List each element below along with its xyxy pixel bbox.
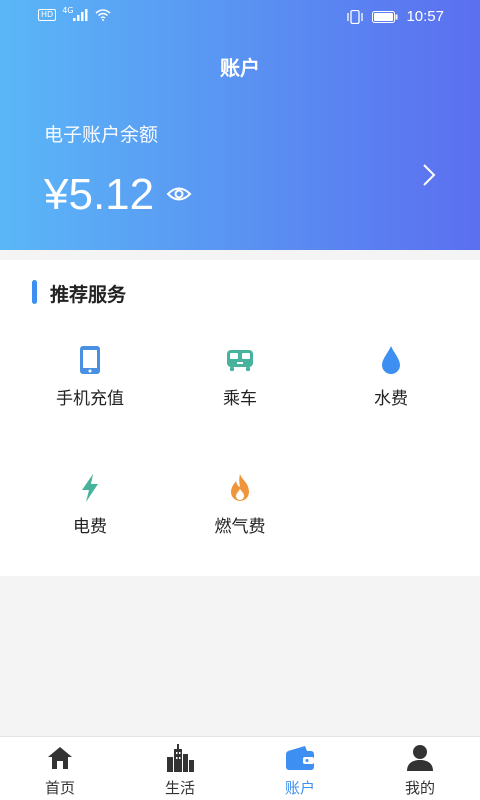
- lightning-icon: [82, 474, 98, 502]
- status-time: 10:57: [406, 8, 444, 25]
- balance-amount: ¥5.12: [44, 170, 155, 219]
- tab-label: 首页: [44, 779, 75, 797]
- water-drop-icon: [382, 346, 400, 374]
- service-phone-recharge[interactable]: 手机充值: [30, 344, 150, 409]
- service-water-fee[interactable]: 水费: [331, 344, 451, 409]
- wallet-icon: [286, 746, 314, 770]
- service-label: 手机充值: [56, 389, 124, 409]
- flame-icon: [231, 474, 249, 501]
- signal-icon: [73, 9, 88, 21]
- service-electricity-fee[interactable]: 电费: [30, 472, 150, 537]
- tab-label: 账户: [284, 779, 315, 797]
- hd-badge: HD: [38, 9, 57, 21]
- home-icon: [48, 747, 72, 769]
- service-label: 燃气费: [214, 517, 266, 537]
- eye-icon[interactable]: [166, 182, 192, 206]
- bus-icon: [227, 350, 253, 371]
- status-bar: HD 4G 10:57: [0, 0, 480, 36]
- battery-icon: [372, 10, 398, 23]
- account-header: HD 4G 10:57 账户 电子账户余额 ¥5.12: [0, 0, 480, 250]
- status-left: HD 4G: [38, 5, 111, 21]
- user-icon: [407, 745, 433, 771]
- chevron-right-icon[interactable]: [418, 162, 440, 188]
- service-gas-fee[interactable]: 燃气费: [180, 472, 300, 537]
- tab-mine[interactable]: 我的: [360, 737, 480, 800]
- tab-account[interactable]: 账户: [240, 737, 360, 800]
- section-accent-bar: [32, 280, 37, 304]
- service-label: 电费: [73, 517, 107, 537]
- tab-label: 生活: [164, 779, 195, 797]
- tab-label: 我的: [404, 779, 435, 797]
- wifi-icon: [95, 9, 111, 21]
- service-label: 水费: [374, 389, 408, 409]
- tab-home[interactable]: 首页: [0, 737, 120, 800]
- tab-life[interactable]: 生活: [120, 737, 240, 800]
- page-title: 账户: [220, 56, 260, 80]
- city-icon: [167, 744, 194, 772]
- balance-label: 电子账户余额: [44, 124, 159, 146]
- bottom-tab-bar: 首页 生活 账户 我的: [0, 736, 480, 800]
- status-right: 10:57: [346, 8, 444, 25]
- service-bus[interactable]: 乘车: [180, 344, 300, 409]
- phone-icon: [80, 346, 100, 374]
- service-label: 乘车: [223, 389, 257, 409]
- network-type: 4G: [62, 5, 74, 15]
- section-title: 推荐服务: [50, 284, 127, 306]
- vibrate-icon: [347, 9, 364, 24]
- recommended-services: 推荐服务 手机充值 乘车 水费 电费 燃气费: [0, 260, 480, 576]
